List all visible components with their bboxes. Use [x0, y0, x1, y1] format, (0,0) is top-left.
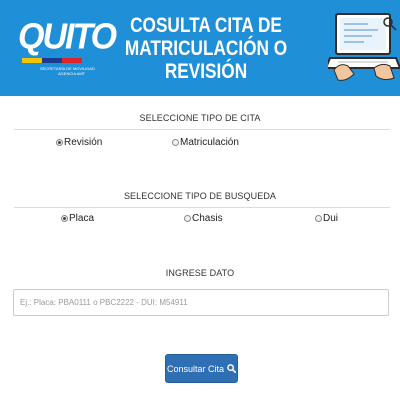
radio-placa[interactable]: Placa [61, 213, 94, 224]
header-banner: QUITO SECRETARÍA DE MOVILIDAD AGENCIA AM… [0, 0, 400, 96]
divider [14, 207, 390, 208]
radio-dui[interactable]: Dui [315, 213, 338, 224]
page-title-line2: MATRICULACIÓN O REVISIÓN [124, 37, 288, 83]
page-title: COSULTA CITA DE MATRICULACIÓN O REVISIÓN [116, 14, 296, 83]
radio-matriculacion-dot[interactable] [172, 139, 179, 146]
page-title-line1: COSULTA CITA DE [130, 14, 282, 37]
radio-chasis[interactable]: Chasis [184, 213, 223, 224]
radio-dui-label: Dui [323, 213, 339, 224]
radio-matriculacion[interactable]: Matriculación [172, 137, 239, 148]
quito-logo: QUITO SECRETARÍA DE MOVILIDAD AGENCIA AM… [18, 17, 117, 76]
radio-placa-dot[interactable] [61, 215, 68, 222]
radio-placa-label: Placa [69, 213, 95, 224]
tipo-busqueda-label: SELECCIONE TIPO DE BUSQUEDA [123, 191, 277, 201]
radio-matriculacion-label: Matriculación [180, 137, 239, 148]
search-icon [227, 364, 237, 373]
logo-stripe [22, 58, 84, 63]
radio-dui-dot[interactable] [315, 215, 322, 222]
consultar-cita-button[interactable]: Consultar Cita [165, 354, 238, 383]
radio-revision-label: Revisión [64, 137, 103, 148]
radio-revision[interactable]: Revisión [56, 137, 102, 148]
radio-chasis-label: Chasis [192, 213, 223, 224]
dato-input[interactable] [13, 289, 389, 316]
tipo-cita-label: SELECCIONE TIPO DE CITA [139, 113, 261, 123]
laptop-illustration [328, 13, 400, 81]
logo-text: QUITO [18, 17, 117, 57]
ingrese-dato-label: INGRESE DATO [165, 268, 235, 278]
divider [14, 129, 390, 130]
consultar-cita-label: Consultar Cita [166, 363, 225, 374]
radio-revision-dot[interactable] [56, 139, 63, 146]
radio-chasis-dot[interactable] [184, 215, 191, 222]
logo-subtitle-2: AGENCIA AMT [58, 71, 86, 76]
